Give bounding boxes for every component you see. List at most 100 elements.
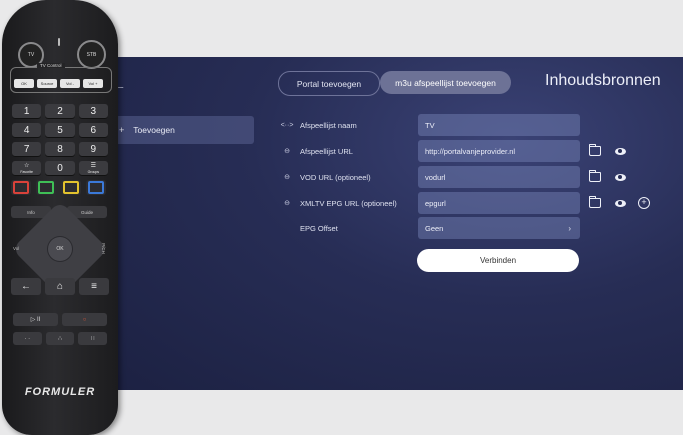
dots-four-icon: ∷ xyxy=(90,336,95,342)
add-circle-icon[interactable]: + xyxy=(637,196,651,210)
tv-button-label: TV xyxy=(27,52,35,58)
eye-icon[interactable] xyxy=(613,196,627,210)
channel-label: P/CH xyxy=(100,243,106,254)
tv-ok-label: OK xyxy=(21,81,27,86)
stb-button[interactable]: STB xyxy=(77,40,106,69)
tab-m3u-label: m3u afspeellijst toevoegen xyxy=(395,77,496,88)
plus-icon: + xyxy=(119,125,125,135)
tv-vol-down-button[interactable]: Vol - xyxy=(60,79,80,88)
form-row-epg: ⊖ XMLTV EPG URL (optioneel) xyxy=(280,192,420,214)
red-key[interactable] xyxy=(11,180,31,195)
stb-button-label: STB xyxy=(86,51,97,58)
key-6[interactable]: 6 xyxy=(78,123,108,138)
green-key[interactable] xyxy=(36,180,56,195)
play-pause-key[interactable]: ▷ II xyxy=(13,313,58,326)
record-key[interactable]: ○ xyxy=(62,313,107,326)
form-row-vod: ⊖ VOD URL (optioneel) xyxy=(280,166,420,188)
key-8[interactable]: 8 xyxy=(45,142,75,157)
eye-icon[interactable] xyxy=(613,144,627,158)
epg-url-value: epgurl xyxy=(425,198,446,208)
green-key-icon xyxy=(38,181,54,194)
link-icon: ⊖ xyxy=(284,148,290,155)
favorite-label: Favorite xyxy=(20,169,33,174)
record-icon: ○ xyxy=(82,316,87,323)
key-0[interactable]: 0 xyxy=(45,161,75,176)
folder-icon[interactable] xyxy=(588,144,602,158)
sidebar-item-toevoegen[interactable]: + Toevoegen xyxy=(108,116,254,144)
form-row-url: ⊖ Afspeellijst URL xyxy=(280,140,420,162)
tv-vol-up-label: Vol + xyxy=(88,81,98,86)
link-icon: ⊖ xyxy=(284,200,290,207)
source-label: Source xyxy=(40,81,54,86)
url-label: Afspeellijst URL xyxy=(300,146,353,156)
playlist-url-field[interactable]: http://portalvanjeprovider.nl xyxy=(418,140,580,162)
blue-key[interactable] xyxy=(86,180,106,195)
dots-two-icon: · · xyxy=(24,335,31,342)
play-pause-icon: ▷ II xyxy=(30,317,41,323)
home-key[interactable]: ⌂ xyxy=(45,278,75,295)
code-icon: <··> xyxy=(280,121,294,129)
back-key[interactable]: ← xyxy=(11,278,41,295)
menu-key[interactable]: ≡ xyxy=(79,278,109,295)
playlist-name-value: TV xyxy=(425,120,435,130)
vol-label: Vol xyxy=(13,246,20,251)
tv-vol-up-button[interactable]: Vol + xyxy=(83,79,103,88)
vod-url-value: vodurl xyxy=(425,172,446,182)
menu-icon: ≡ xyxy=(91,281,97,292)
vod-url-field[interactable]: vodurl xyxy=(418,166,580,188)
connect-button[interactable]: Verbinden xyxy=(417,249,579,272)
dot-keys: · · ∴ ∷ xyxy=(13,332,108,345)
key-2[interactable]: 2 xyxy=(45,104,75,119)
dots-two-key[interactable]: · · xyxy=(13,332,42,345)
yellow-key[interactable] xyxy=(61,180,81,195)
brand-logo: FORMULER xyxy=(24,386,96,398)
name-label: Afspeellijst naam xyxy=(300,120,357,130)
folder-icon[interactable] xyxy=(588,170,602,184)
source-button[interactable]: Source xyxy=(37,79,57,88)
key-4[interactable]: 4 xyxy=(12,123,42,138)
back-key-icon: ← xyxy=(21,281,31,292)
form-row-offset: EPG Offset xyxy=(280,217,420,239)
yellow-key-icon xyxy=(63,181,79,194)
dots-four-key[interactable]: ∷ xyxy=(78,332,108,345)
key-7[interactable]: 7 xyxy=(12,142,42,157)
form-row-name: <··> Afspeellijst naam xyxy=(280,114,420,136)
vod-label: VOD URL (optioneel) xyxy=(300,172,371,182)
dots-three-key[interactable]: ∴ xyxy=(45,332,75,345)
key-5[interactable]: 5 xyxy=(45,123,75,138)
playlist-name-field[interactable]: TV xyxy=(418,114,580,136)
key-1[interactable]: 1 xyxy=(12,104,42,119)
power-icon xyxy=(58,38,60,46)
epg-offset-value: Geen xyxy=(425,223,444,233)
tab-portal-toevoegen[interactable]: Portal toevoegen xyxy=(278,71,380,96)
tv-vol-down-label: Vol - xyxy=(65,81,74,86)
blue-key-icon xyxy=(88,181,104,194)
nav-keys: ← ⌂ ≡ xyxy=(11,278,109,295)
groups-key[interactable]: ☰ Groups xyxy=(78,161,108,176)
key-3[interactable]: 3 xyxy=(78,104,108,119)
page-title: Inhoudsbronnen xyxy=(545,72,661,89)
playback-keys: ▷ II ○ xyxy=(13,313,107,326)
folder-icon[interactable] xyxy=(588,196,602,210)
offset-icon xyxy=(280,225,294,232)
tab-portal-label: Portal toevoegen xyxy=(296,78,362,89)
tab-m3u-toevoegen[interactable]: m3u afspeellijst toevoegen xyxy=(380,71,511,94)
epg-url-field[interactable]: epgurl xyxy=(418,192,580,214)
offset-label: EPG Offset xyxy=(300,223,338,233)
tv-ok-button[interactable]: OK xyxy=(14,79,34,88)
tv-control-label: TV Control xyxy=(37,63,65,68)
home-icon: ⌂ xyxy=(56,281,64,292)
playlist-url-value: http://portalvanjeprovider.nl xyxy=(425,146,516,156)
epg-offset-select[interactable]: Geen › xyxy=(418,217,580,239)
key-9[interactable]: 9 xyxy=(78,142,108,157)
eye-icon[interactable] xyxy=(613,170,627,184)
ok-button[interactable]: OK xyxy=(48,237,72,261)
dots-three-icon: ∴ xyxy=(58,336,62,342)
tv-screen: ← + Toevoegen Portal toevoegen m3u afspe… xyxy=(104,57,683,390)
link-icon: ⊖ xyxy=(284,174,290,181)
number-pad: 1 2 3 4 5 6 7 8 9 ☆ Favorite 0 ☰ Groups xyxy=(12,104,108,176)
info-label: Info xyxy=(27,209,35,215)
favorite-key[interactable]: ☆ Favorite xyxy=(12,161,42,176)
color-keys xyxy=(11,180,109,195)
chevron-right-icon: › xyxy=(568,223,571,233)
